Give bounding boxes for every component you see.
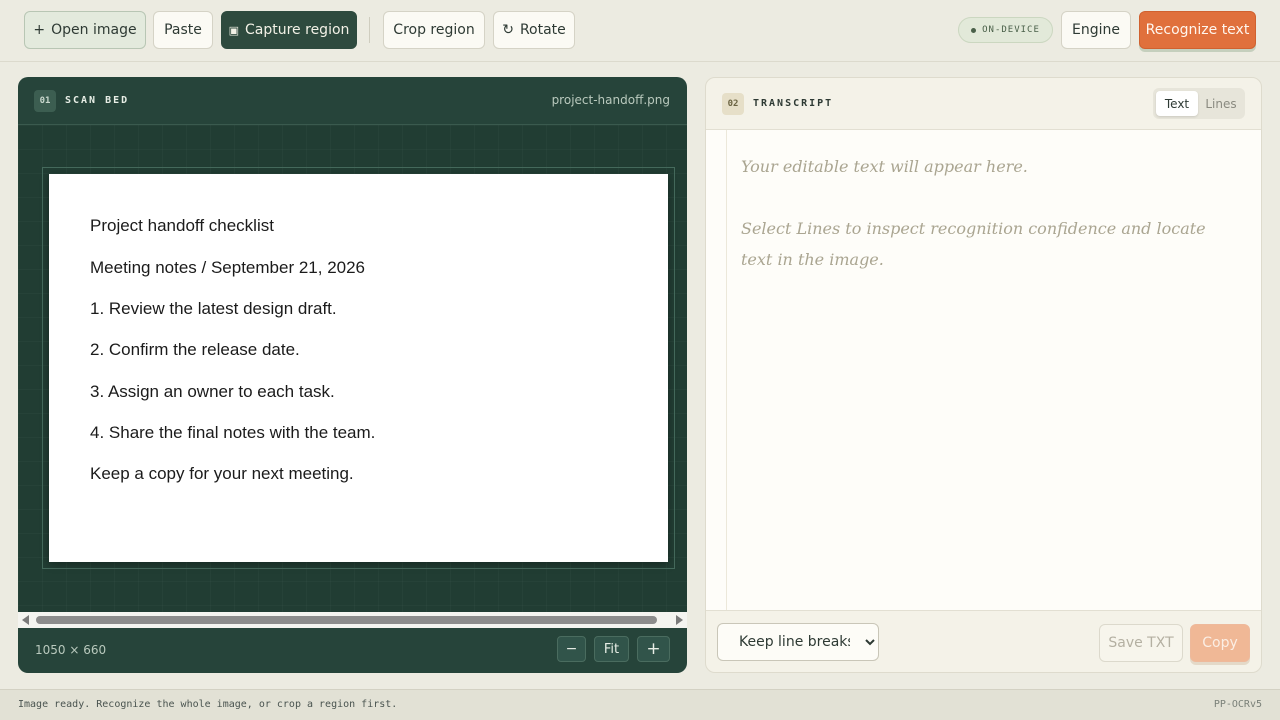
copy-button[interactable]: Copy xyxy=(1190,624,1250,662)
toolbar: + Open image Paste ▣ Capture region Crop… xyxy=(0,0,1280,62)
document-line: Project handoff checklist xyxy=(90,216,274,235)
transcript-header: 02 TRANSCRIPT Text Lines xyxy=(706,78,1261,130)
zoom-out-button[interactable]: − xyxy=(557,636,586,662)
view-toggle: Text Lines xyxy=(1153,88,1245,119)
plus-icon: + xyxy=(33,22,46,38)
tab-text[interactable]: Text xyxy=(1156,91,1198,116)
scroll-left-icon[interactable] xyxy=(22,615,29,625)
tab-lines[interactable]: Lines xyxy=(1200,91,1242,116)
status-dot-icon xyxy=(971,27,977,33)
document-line: Meeting notes / September 21, 2026 xyxy=(90,258,366,277)
document-line: 2. Confirm the release date. xyxy=(90,340,300,359)
panel-title: TRANSCRIPT xyxy=(753,98,834,109)
scan-bed-header: 01 SCAN BED project-handoff.png xyxy=(18,77,687,125)
scan-bed-panel: 01 SCAN BED project-handoff.png Project … xyxy=(18,77,687,673)
toolbar-divider xyxy=(369,17,370,43)
status-bar: Image ready. Recognize the whole image, … xyxy=(0,689,1280,720)
panel-title: SCAN BED xyxy=(65,95,130,106)
on-device-label: ON-DEVICE xyxy=(982,25,1040,35)
horizontal-scrollbar[interactable] xyxy=(18,612,687,628)
editor-gutter xyxy=(726,130,727,610)
crop-region-button[interactable]: Crop region xyxy=(383,11,485,49)
status-message: Image ready. Recognize the whole image, … xyxy=(18,699,398,710)
image-dimensions: 1050 × 660 xyxy=(35,643,107,657)
rotate-button[interactable]: ↻ Rotate xyxy=(493,11,575,49)
paste-button[interactable]: Paste xyxy=(153,11,213,49)
rotate-label: Rotate xyxy=(519,22,566,38)
panel-number: 01 xyxy=(34,89,56,112)
transcript-panel: 02 TRANSCRIPT Text Lines Your editable t… xyxy=(705,77,1262,673)
zoom-fit-button[interactable]: Fit xyxy=(594,636,629,662)
scan-bed-footer: 1050 × 660 − Fit + xyxy=(18,628,687,673)
document-line: 3. Assign an owner to each task. xyxy=(90,382,335,401)
line-mode-select[interactable]: Keep line breaks xyxy=(717,623,879,661)
document-image[interactable]: Project handoff checklist Meeting notes … xyxy=(49,174,668,562)
transcript-footer: Keep line breaks Save TXT Copy xyxy=(706,610,1261,672)
open-image-label: Open image xyxy=(51,22,137,38)
open-image-button[interactable]: + Open image xyxy=(24,11,146,49)
scroll-right-icon[interactable] xyxy=(676,615,683,625)
engine-button[interactable]: Engine xyxy=(1061,11,1131,49)
scrollbar-thumb[interactable] xyxy=(36,616,657,624)
capture-region-label: Capture region xyxy=(245,22,350,38)
transcript-editor[interactable]: Your editable text will appear here. Sel… xyxy=(706,130,1261,610)
editor-placeholder: Your editable text will appear here. xyxy=(741,157,1028,176)
save-txt-button[interactable]: Save TXT xyxy=(1099,624,1183,662)
capture-region-button[interactable]: ▣ Capture region xyxy=(221,11,357,49)
capture-icon: ▣ xyxy=(228,23,239,37)
rotate-icon: ↻ xyxy=(502,22,514,38)
document-line: 1. Review the latest design draft. xyxy=(90,299,337,318)
panel-number: 02 xyxy=(722,92,744,115)
zoom-in-button[interactable]: + xyxy=(637,636,670,662)
image-canvas[interactable]: Project handoff checklist Meeting notes … xyxy=(18,125,687,612)
document-line: 4. Share the final notes with the team. xyxy=(90,423,376,442)
on-device-badge: ON-DEVICE xyxy=(958,17,1053,43)
document-line: Keep a copy for your next meeting. xyxy=(90,464,354,483)
file-name: project-handoff.png xyxy=(551,93,670,107)
recognize-text-button[interactable]: Recognize text xyxy=(1139,11,1256,49)
engine-name: PP-OCRv5 xyxy=(1213,699,1262,710)
editor-hint: Select Lines to inspect recognition conf… xyxy=(741,219,1206,269)
